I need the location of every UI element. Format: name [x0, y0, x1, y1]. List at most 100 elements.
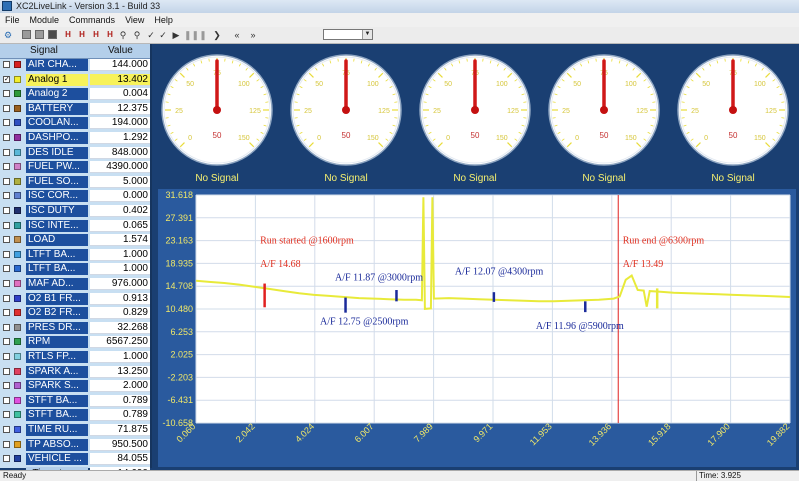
- signal-checkbox[interactable]: [3, 192, 10, 199]
- signal-row[interactable]: RTLS FP...1.000: [0, 351, 150, 363]
- signal-row[interactable]: LTFT BA...1.000: [0, 249, 150, 261]
- gauge-tick-label: 150: [367, 135, 379, 142]
- signal-row[interactable]: O2 B1 FR...0.913: [0, 293, 150, 305]
- signal-checkbox[interactable]: [3, 295, 10, 302]
- y-tick-label: 31.618: [165, 190, 193, 200]
- signal-row[interactable]: FUEL SO...5.000: [0, 176, 150, 188]
- rewind-icon[interactable]: «: [232, 29, 242, 41]
- module-read-icon[interactable]: H: [104, 29, 116, 41]
- signal-checkbox[interactable]: [3, 134, 10, 141]
- signal-column-header[interactable]: Signal: [30, 44, 58, 58]
- signal-checkbox[interactable]: [3, 61, 10, 68]
- signal-checkbox[interactable]: [3, 149, 10, 156]
- signal-row[interactable]: DASHPO...1.292: [0, 132, 150, 144]
- signal-row[interactable]: TP ABSO...950.500: [0, 439, 150, 451]
- signal-checkbox[interactable]: [3, 265, 10, 272]
- line-chart[interactable]: 31.61827.39123.16318.93514.70810.4806.25…: [158, 189, 796, 467]
- stop-square-icon[interactable]: [22, 30, 31, 39]
- signal-checkbox[interactable]: [3, 353, 10, 360]
- module-icon[interactable]: H: [90, 29, 102, 41]
- signal-row[interactable]: PRES DR...32.268: [0, 322, 150, 334]
- x-tick-label: 11.953: [528, 421, 554, 447]
- signal-checkbox[interactable]: [3, 280, 10, 287]
- signal-row[interactable]: RPM6567.250: [0, 336, 150, 348]
- signal-value: 976.000: [90, 278, 150, 290]
- play-icon[interactable]: ▶: [172, 29, 180, 41]
- signal-row[interactable]: FUEL PW...4390.000: [0, 161, 150, 173]
- chevron-down-icon[interactable]: ▼: [362, 30, 372, 39]
- signal-name: SPARK A...: [26, 366, 88, 378]
- check-icon[interactable]: ✓: [158, 29, 168, 41]
- signal-row[interactable]: BATTERY12.375: [0, 103, 150, 115]
- signal-checkbox[interactable]: [3, 119, 10, 126]
- signal-row[interactable]: DES IDLE848.000: [0, 147, 150, 159]
- signal-name: COOLAN...: [26, 117, 88, 129]
- signal-checkbox[interactable]: [3, 251, 10, 258]
- signal-row[interactable]: STFT BA...0.789: [0, 409, 150, 421]
- gauge-center-label: 50: [471, 131, 480, 140]
- signal-color-swatch: [14, 134, 21, 141]
- signal-checkbox[interactable]: [3, 338, 10, 345]
- signal-checkbox[interactable]: [3, 324, 10, 331]
- record-square-icon[interactable]: [35, 30, 44, 39]
- signal-checkbox[interactable]: [3, 426, 10, 433]
- gauge-tick-label: 0: [446, 135, 450, 142]
- signal-row[interactable]: ISC INTE...0.065: [0, 220, 150, 232]
- signal-color-swatch: [14, 192, 21, 199]
- signal-checkbox[interactable]: [3, 411, 10, 418]
- signal-row[interactable]: LOAD1.574: [0, 234, 150, 246]
- signal-row[interactable]: TIME RU...71.875: [0, 424, 150, 436]
- menu-module[interactable]: Module: [25, 13, 65, 27]
- pause-square-icon[interactable]: [48, 30, 57, 39]
- tool-icon[interactable]: ⚲: [132, 29, 142, 41]
- signal-checkbox[interactable]: [3, 382, 10, 389]
- gauge-label: No Signal: [276, 173, 416, 184]
- signal-row[interactable]: AIR CHA...144.000: [0, 59, 150, 71]
- signal-checkbox[interactable]: [3, 105, 10, 112]
- signal-checkbox[interactable]: [3, 222, 10, 229]
- signal-row[interactable]: ✓Analog 113.402: [0, 74, 150, 86]
- menu-file[interactable]: File: [0, 13, 25, 27]
- x-tick-label: 7.989: [412, 421, 435, 444]
- pause-icon[interactable]: ❚❚: [184, 29, 192, 41]
- step-forward-icon[interactable]: ❯: [213, 29, 221, 41]
- signal-checkbox[interactable]: [3, 90, 10, 97]
- signal-checkbox[interactable]: [3, 455, 10, 462]
- signal-checkbox[interactable]: [3, 368, 10, 375]
- signal-color-swatch: [14, 222, 21, 229]
- signal-checkbox[interactable]: [3, 309, 10, 316]
- signal-checkbox[interactable]: [3, 441, 10, 448]
- signal-row[interactable]: Analog 20.004: [0, 88, 150, 100]
- signal-checkbox[interactable]: [3, 178, 10, 185]
- signal-row[interactable]: SPARK A...13.250: [0, 366, 150, 378]
- gauge-center-label: 50: [342, 131, 351, 140]
- signal-row[interactable]: SPARK S...2.000: [0, 380, 150, 392]
- app-settings-icon[interactable]: ⚙: [3, 29, 13, 41]
- signal-checkbox[interactable]: ✓: [3, 76, 10, 83]
- menu-commands[interactable]: Commands: [64, 13, 120, 27]
- signal-row[interactable]: ISC COR...0.000: [0, 190, 150, 202]
- signal-checkbox[interactable]: [3, 163, 10, 170]
- connect-icon[interactable]: H: [62, 29, 74, 41]
- gauge-hub: [600, 106, 608, 114]
- value-column-header[interactable]: Value: [108, 44, 133, 58]
- signal-checkbox[interactable]: [3, 397, 10, 404]
- toolbar-select[interactable]: ▼: [323, 29, 373, 40]
- signal-checkbox[interactable]: [3, 236, 10, 243]
- gauge-icon[interactable]: ⚲: [118, 29, 128, 41]
- signal-row[interactable]: ISC DUTY0.402: [0, 205, 150, 217]
- fast-forward-icon[interactable]: »: [248, 29, 258, 41]
- wrench-icon[interactable]: ✓: [146, 29, 156, 41]
- gauge-label: No Signal: [534, 173, 674, 184]
- disconnect-icon[interactable]: H: [76, 29, 88, 41]
- signal-row[interactable]: STFT BA...0.789: [0, 395, 150, 407]
- signal-row[interactable]: MAF AD...976.000: [0, 278, 150, 290]
- signal-row[interactable]: LTFT BA...1.000: [0, 263, 150, 275]
- stop-icon[interactable]: ❚: [199, 29, 207, 41]
- signal-row[interactable]: VEHICLE ...84.055: [0, 453, 150, 465]
- menu-help[interactable]: Help: [149, 13, 178, 27]
- signal-row[interactable]: O2 B2 FR...0.829: [0, 307, 150, 319]
- signal-row[interactable]: COOLAN...194.000: [0, 117, 150, 129]
- signal-checkbox[interactable]: [3, 207, 10, 214]
- menu-view[interactable]: View: [120, 13, 149, 27]
